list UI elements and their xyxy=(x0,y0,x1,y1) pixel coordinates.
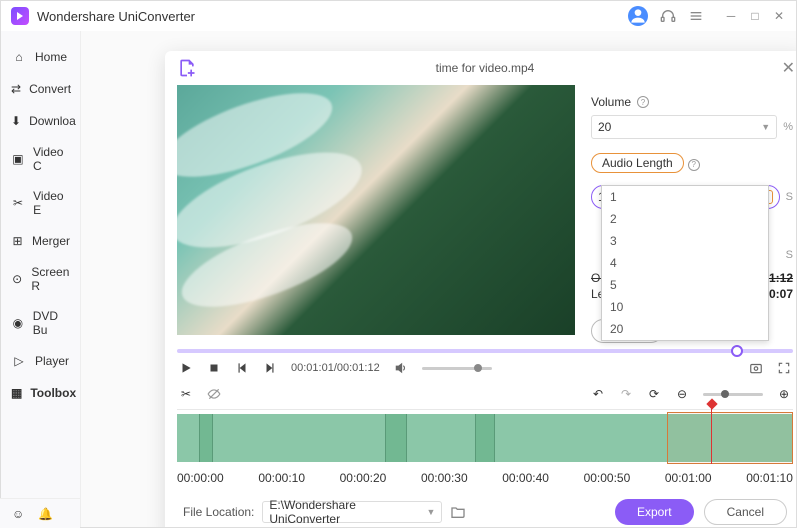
bell-icon[interactable]: 🔔 xyxy=(38,507,53,521)
sidebar-item-toolbox[interactable]: ▦ Toolbox xyxy=(1,377,80,409)
folder-icon[interactable] xyxy=(450,504,466,520)
statusbar: ☺ 🔔 xyxy=(0,498,80,528)
audio-length-label: Audio Length xyxy=(591,153,684,173)
sidebar-item-video-compress[interactable]: ▣ Video C xyxy=(1,137,80,181)
audio-length-dropdown: 1 2 3 4 5 10 20 xyxy=(601,185,769,341)
sidebar-item-home[interactable]: ⌂ Home xyxy=(1,41,80,73)
app-logo-icon xyxy=(11,7,29,25)
selection-range[interactable] xyxy=(667,412,793,464)
redo-icon[interactable]: ↷ xyxy=(619,387,633,401)
titlebar: Wondershare UniConverter ─ □ ✕ xyxy=(1,1,796,31)
snapshot-icon[interactable] xyxy=(749,361,763,375)
volume-unit: % xyxy=(783,121,793,133)
grid-icon: ▦ xyxy=(11,385,22,401)
add-file-icon[interactable] xyxy=(177,58,197,78)
time-display: 00:01:01/00:01:12 xyxy=(291,362,380,374)
volume-label: Volume xyxy=(591,95,631,109)
dropdown-option[interactable]: 1 xyxy=(602,186,768,208)
user-avatar-icon[interactable] xyxy=(628,6,648,26)
editor-modal: time for video.mp4 ✕ Volume? 20▼ % xyxy=(165,51,796,527)
volume-input[interactable]: 20▼ xyxy=(591,115,777,139)
sidebar-item-label: Downloa xyxy=(29,114,76,128)
sidebar-item-convert[interactable]: ⇄ Convert xyxy=(1,73,80,105)
seek-slider[interactable] xyxy=(177,349,793,353)
main-area: tor$ data etadata CD. time for video.mp4… xyxy=(81,31,796,527)
convert-icon: ⇄ xyxy=(11,81,21,97)
stop-button[interactable] xyxy=(207,361,221,375)
home-icon: ⌂ xyxy=(11,49,27,65)
headset-icon[interactable] xyxy=(660,8,676,24)
sidebar-item-download[interactable]: ⬇ Downloa xyxy=(1,105,80,137)
merge-icon: ⊞ xyxy=(11,233,24,249)
timeline-tools: ✂ ↶ ↷ ⟳ ⊖ ⊕ xyxy=(165,383,796,407)
info-icon[interactable]: ? xyxy=(688,159,700,171)
cancel-button[interactable]: Cancel xyxy=(704,499,787,525)
maximize-button[interactable]: □ xyxy=(748,9,762,23)
hide-icon[interactable] xyxy=(207,387,221,401)
modal-title: time for video.mp4 xyxy=(436,61,535,75)
play-button[interactable] xyxy=(179,361,193,375)
play-icon: ▷ xyxy=(11,353,27,369)
disc-icon: ◉ xyxy=(11,315,25,331)
sidebar-item-screen-recorder[interactable]: ⊙ Screen R xyxy=(1,257,80,301)
video-preview[interactable] xyxy=(177,85,575,335)
file-location-input[interactable]: E:\Wondershare UniConverter▼ xyxy=(262,501,442,523)
cut-icon[interactable]: ✂ xyxy=(179,387,193,401)
sidebar-item-label: DVD Bu xyxy=(33,309,70,337)
zoom-out-icon[interactable]: ⊖ xyxy=(675,387,689,401)
side-panel: Volume? 20▼ % Audio Length? 1▼ S 1 2 xyxy=(591,85,793,343)
sidebar: ⌂ Home ⇄ Convert ⬇ Downloa ▣ Video C ✂ Video … xyxy=(1,31,81,527)
download-icon: ⬇ xyxy=(11,113,21,129)
sidebar-item-label: Convert xyxy=(29,82,71,96)
timeline[interactable] xyxy=(177,409,793,467)
minimize-button[interactable]: ─ xyxy=(724,9,738,23)
next-frame-button[interactable] xyxy=(263,361,277,375)
sidebar-item-dvd-burner[interactable]: ◉ DVD Bu xyxy=(1,301,80,345)
refresh-icon[interactable]: ⟳ xyxy=(647,387,661,401)
audio-length-unit: S xyxy=(786,191,793,203)
playback-controls: 00:01:01/00:01:12 xyxy=(165,357,796,383)
feedback-icon[interactable]: ☺ xyxy=(12,507,24,521)
timeline-ruler: 00:00:0000:00:1000:00:2000:00:3000:00:40… xyxy=(177,471,793,485)
volume-icon[interactable] xyxy=(394,361,408,375)
dropdown-option[interactable]: 20 xyxy=(602,318,768,340)
file-location-label: File Location: xyxy=(183,505,254,519)
dropdown-option[interactable]: 5 xyxy=(602,274,768,296)
dropdown-option[interactable]: 10 xyxy=(602,296,768,318)
fullscreen-icon[interactable] xyxy=(777,361,791,375)
modal-header: time for video.mp4 ✕ xyxy=(165,51,796,85)
dropdown-option[interactable]: 2 xyxy=(602,208,768,230)
app-title: Wondershare UniConverter xyxy=(37,9,620,24)
dropdown-option[interactable]: 4 xyxy=(602,252,768,274)
dropdown-option[interactable]: 3 xyxy=(602,230,768,252)
sidebar-item-label: Video E xyxy=(33,189,70,217)
sidebar-item-player[interactable]: ▷ Player xyxy=(1,345,80,377)
record-icon: ⊙ xyxy=(11,271,23,287)
sidebar-item-label: Player xyxy=(35,354,69,368)
volume-slider[interactable] xyxy=(422,367,492,370)
menu-icon[interactable] xyxy=(688,8,704,24)
prev-frame-button[interactable] xyxy=(235,361,249,375)
scissors-icon: ✂ xyxy=(11,195,25,211)
modal-footer: File Location: E:\Wondershare UniConvert… xyxy=(165,485,796,527)
zoom-in-icon[interactable]: ⊕ xyxy=(777,387,791,401)
sidebar-item-merger[interactable]: ⊞ Merger xyxy=(1,225,80,257)
app-window: Wondershare UniConverter ─ □ ✕ ⌂ Home ⇄ Co… xyxy=(0,0,797,528)
sidebar-item-video-editor[interactable]: ✂ Video E xyxy=(1,181,80,225)
zoom-slider[interactable] xyxy=(703,393,763,396)
close-icon[interactable]: ✕ xyxy=(782,58,795,78)
repeat-unit: S xyxy=(786,249,793,261)
compress-icon: ▣ xyxy=(11,151,25,167)
sidebar-item-label: Screen R xyxy=(31,265,70,293)
sidebar-item-label: Merger xyxy=(32,234,70,248)
playhead[interactable] xyxy=(711,404,712,464)
undo-icon[interactable]: ↶ xyxy=(591,387,605,401)
info-icon[interactable]: ? xyxy=(637,96,649,108)
close-button[interactable]: ✕ xyxy=(772,9,786,23)
export-button[interactable]: Export xyxy=(615,499,694,525)
sidebar-item-label: Toolbox xyxy=(30,386,76,400)
sidebar-item-label: Home xyxy=(35,50,67,64)
sidebar-item-label: Video C xyxy=(33,145,70,173)
